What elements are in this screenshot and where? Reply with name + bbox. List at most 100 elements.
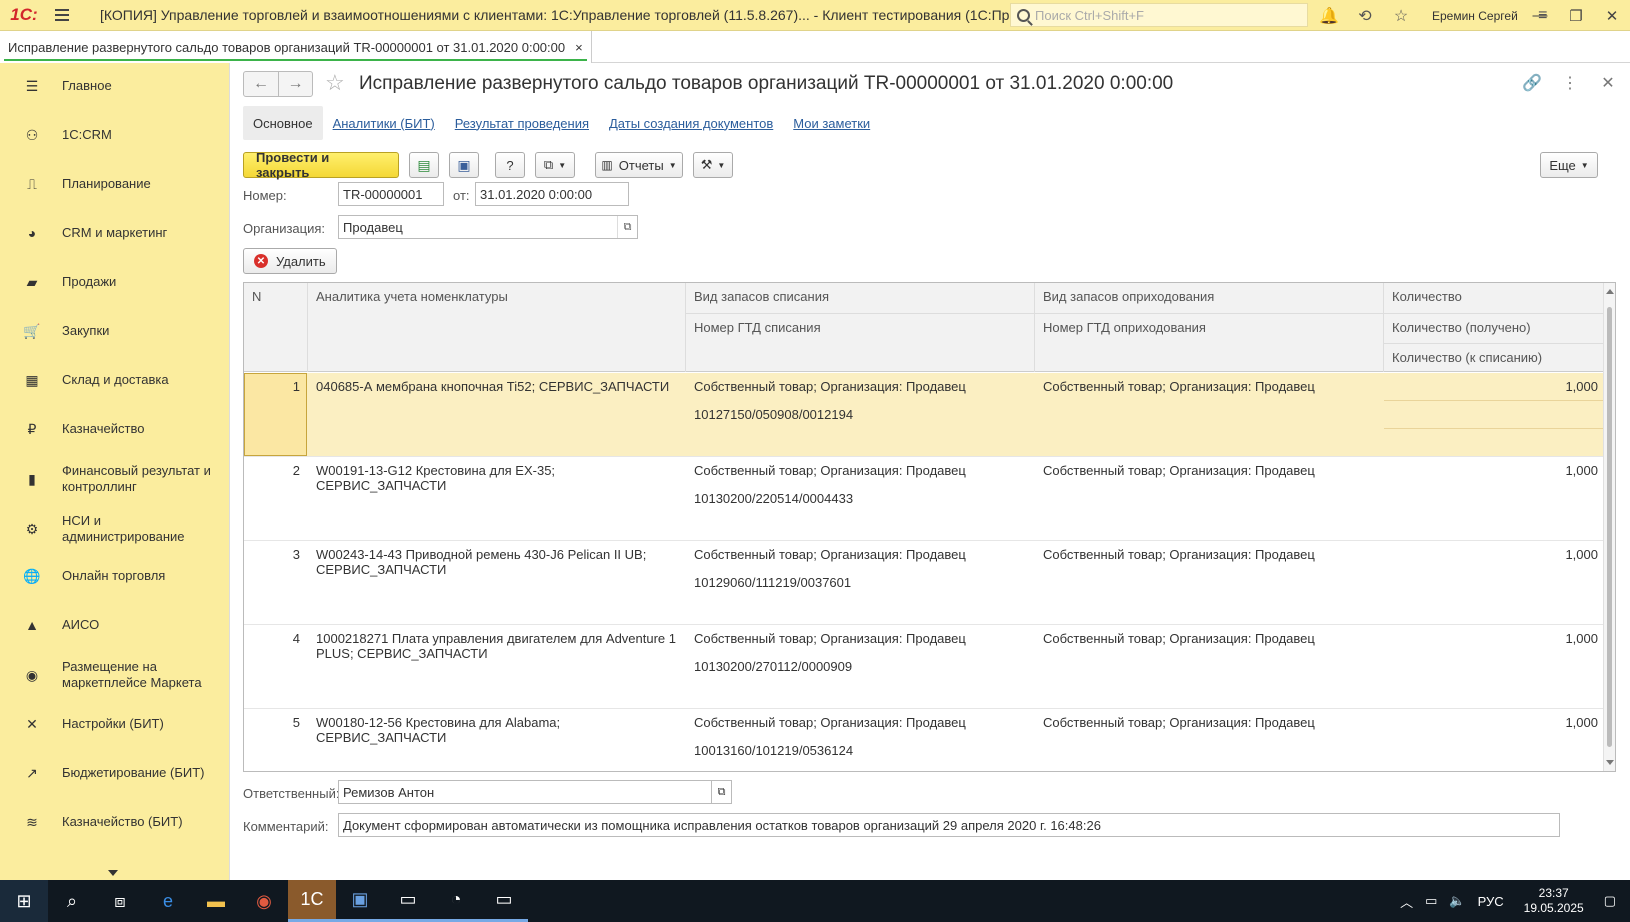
col-qty-received[interactable]: Количество (получено) <box>1384 313 1604 343</box>
col-receipt-gtd[interactable]: Номер ГТД оприходования <box>1035 313 1384 372</box>
sidebar-item-treasury[interactable]: ₽ Казначейство <box>0 418 229 440</box>
col-qty-writeoff[interactable]: Количество (к списанию) <box>1384 343 1604 372</box>
post-and-close-button[interactable]: Провести и закрыть <box>243 150 399 180</box>
clock-app-icon[interactable]: ◔ <box>432 880 480 922</box>
tray-expand-icon[interactable]: ︿ <box>1400 892 1413 911</box>
network-icon[interactable]: ▭ <box>1425 893 1437 909</box>
chrome-icon[interactable]: ◉ <box>240 880 288 922</box>
sidebar-item-nsi[interactable]: ⚙ НСИ и администрирование <box>0 509 229 549</box>
restore-icon[interactable]: ❐ <box>1558 0 1594 31</box>
open-windows-bar: Исправление развернутого сальдо товаров … <box>0 31 1630 63</box>
favorite-star-icon[interactable]: ☆ <box>325 70 345 96</box>
table-row[interactable]: 1 040685-А мембрана кнопочная Ti52; СЕРВ… <box>244 373 1604 457</box>
forward-arrow-icon[interactable]: → <box>278 72 312 96</box>
organization-field[interactable]: Продавец ⧉ <box>338 215 638 239</box>
terminal-icon[interactable]: ▭ <box>384 880 432 922</box>
scroll-down-icon[interactable] <box>108 870 118 876</box>
col-qty[interactable]: Количество <box>1384 283 1604 313</box>
date-field[interactable]: 31.01.2020 0:00:00 <box>475 182 629 206</box>
title-bar: 1С: [КОПИЯ] Управление торговлей и взаим… <box>0 0 1630 31</box>
minimize-icon[interactable]: — <box>1522 0 1558 31</box>
post-icon[interactable]: ▤ <box>409 152 439 178</box>
table-row[interactable]: 3 W00243-14-43 Приводной ремень 430-J6 P… <box>244 541 1604 625</box>
open-icon[interactable]: ⧉ <box>617 216 637 238</box>
main-menu-icon[interactable] <box>48 0 76 31</box>
sidebar-item-warehouse[interactable]: ▦ Склад и доставка <box>0 369 229 391</box>
tab-label: Исправление развернутого сальдо товаров … <box>8 39 566 55</box>
close-window-icon[interactable]: ✕ <box>1594 0 1630 31</box>
sidebar-item-bit-treasury[interactable]: ≋ Казначейство (БИТ) <box>0 811 229 833</box>
col-n[interactable]: N <box>244 283 308 372</box>
tab-posting-result[interactable]: Результат проведения <box>445 106 599 140</box>
col-analytics[interactable]: Аналитика учета номенклатуры <box>308 283 686 372</box>
tab-close-icon[interactable]: × <box>575 40 583 55</box>
sidebar-item-aiso[interactable]: ▲ АИСО <box>0 614 229 636</box>
col-writeoff-gtd[interactable]: Номер ГТД списания <box>686 313 1035 372</box>
comment-field[interactable]: Документ сформирован автоматически из по… <box>338 813 1560 837</box>
table-row[interactable]: 5 W00180-12-56 Крестовина для Alabama; С… <box>244 709 1604 771</box>
clock[interactable]: 23:37 19.05.2025 <box>1524 886 1584 916</box>
scroll-down-icon[interactable] <box>1606 760 1614 765</box>
sidebar-item-bit-settings[interactable]: ✕ Настройки (БИТ) <box>0 713 229 735</box>
task-view-icon[interactable]: ⧈ <box>96 880 144 922</box>
form-tabs: Основное Аналитики (БИТ) Результат прове… <box>243 106 880 140</box>
terminal-icon[interactable]: ▭ <box>480 880 528 922</box>
chevron-down-icon: ▼ <box>558 160 567 170</box>
scrollbar-thumb[interactable] <box>1607 307 1612 747</box>
save-disk-icon[interactable]: ▣ <box>336 880 384 922</box>
delete-button[interactable]: ✕ Удалить <box>243 248 337 274</box>
table-row[interactable]: 2 W00191-13-G12 Крестовина для EX-35; СЕ… <box>244 457 1604 541</box>
favorites-icon[interactable]: ☆ <box>1390 5 1412 27</box>
documents-icon: ⧉ <box>543 157 554 172</box>
col-writeoff-kind[interactable]: Вид запасов списания <box>686 283 1035 313</box>
language-indicator[interactable]: РУС <box>1478 894 1504 909</box>
explorer-folder-icon[interactable]: ▬ <box>192 880 240 922</box>
sidebar-item-bit-budget[interactable]: ↗ Бюджетирование (БИТ) <box>0 762 229 784</box>
sidebar-item-crm[interactable]: ⚇ 1С:CRM <box>0 124 229 146</box>
more-vert-icon[interactable]: ⋮ <box>1558 71 1582 95</box>
help-button[interactable]: ? <box>495 152 525 178</box>
create-based-on-button[interactable]: ⧉ ▼ <box>535 152 575 178</box>
link-icon[interactable]: 🔗 <box>1520 71 1544 95</box>
onec-app-icon[interactable]: 1С <box>288 880 336 922</box>
tab-notes[interactable]: Мои заметки <box>783 106 880 140</box>
bell-icon[interactable]: 🔔 <box>1318 5 1340 27</box>
global-search-input[interactable]: Поиск Ctrl+Shift+F <box>1010 3 1308 27</box>
tab-main[interactable]: Основное <box>243 106 323 140</box>
command-bar: Провести и закрыть ▤ ▣ ? ⧉ ▼ ▥ Отчеты ▼ ⚒ ▼ <box>243 150 743 180</box>
sidebar-item-sales[interactable]: ▰ Продажи <box>0 271 229 293</box>
tools-button[interactable]: ⚒ ▼ <box>693 152 733 178</box>
open-icon: ⧉ <box>717 785 726 798</box>
tab-document[interactable]: Исправление развернутого сальдо товаров … <box>0 31 592 63</box>
app-logo[interactable]: 1С: <box>0 0 48 31</box>
ie-browser-icon[interactable]: e <box>144 880 192 922</box>
user-name[interactable]: Еремин Сергей <box>1432 9 1518 23</box>
reports-button[interactable]: ▥ Отчеты ▼ <box>595 152 683 178</box>
notifications-icon[interactable]: ▢ <box>1604 893 1616 909</box>
sidebar-item-planning[interactable]: ⎍ Планирование <box>0 173 229 195</box>
bag-icon: ▰ <box>26 273 38 290</box>
table-row[interactable]: 4 1000218271 Плата управления двигателем… <box>244 625 1604 709</box>
sidebar-item-crm-marketing[interactable]: ◕ CRM и маркетинг <box>0 222 229 244</box>
col-receipt-kind[interactable]: Вид запасов оприходования <box>1035 283 1384 313</box>
sidebar-item-marketplace[interactable]: ◉ Размещение на маркетплейсе Маркета <box>0 655 229 695</box>
responsible-open-button[interactable]: ⧉ <box>711 780 732 804</box>
sidebar-item-main[interactable]: ☰ Главное <box>0 75 229 97</box>
tab-creation-dates[interactable]: Даты создания документов <box>599 106 783 140</box>
number-field[interactable]: TR-00000001 <box>338 182 444 206</box>
scroll-up-icon[interactable] <box>1606 289 1614 294</box>
windows-start-icon[interactable]: ⊞ <box>0 880 48 922</box>
volume-icon[interactable]: 🔈 <box>1449 893 1465 909</box>
responsible-field[interactable]: Ремизов Антон ▼ <box>338 780 732 804</box>
history-icon[interactable]: ⟲ <box>1354 5 1376 27</box>
save-icon[interactable]: ▣ <box>449 152 479 178</box>
back-arrow-icon[interactable]: ← <box>244 72 278 96</box>
sidebar-item-purchases[interactable]: 🛒 Закупки <box>0 320 229 342</box>
sidebar-item-online-trade[interactable]: 🌐 Онлайн торговля <box>0 565 229 587</box>
more-button[interactable]: Еще ▼ <box>1540 152 1598 178</box>
tab-bit-analytics[interactable]: Аналитики (БИТ) <box>323 106 445 140</box>
table-scrollbar[interactable] <box>1603 283 1615 771</box>
close-form-icon[interactable]: ✕ <box>1596 71 1620 95</box>
search-icon[interactable]: ⌕ <box>48 880 96 922</box>
sidebar-item-financial-result[interactable]: ▮ Финансовый результат и контроллинг <box>0 459 229 499</box>
